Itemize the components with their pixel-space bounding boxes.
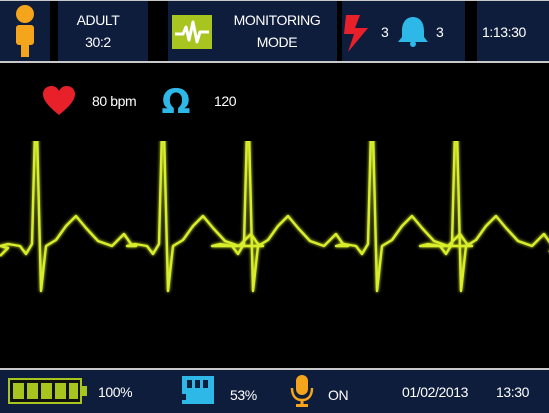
- divider: [148, 1, 168, 61]
- ecg-trace: [0, 141, 549, 293]
- divider: [337, 1, 342, 61]
- impedance-value: 120: [214, 93, 237, 109]
- sd-card-icon: [182, 376, 214, 404]
- monitor-mode-button[interactable]: [172, 15, 212, 49]
- alarm-count-value: 3: [436, 24, 444, 40]
- mode-label: MONITORING MODE: [216, 9, 338, 53]
- cpr-ratio-text: 30:2: [85, 34, 111, 50]
- voice-status: ON: [328, 387, 349, 403]
- patient-type-text: ADULT: [76, 12, 120, 28]
- microphone-icon: [290, 375, 314, 407]
- patient-mode-label: ADULT 30:2: [60, 9, 136, 53]
- heart-rate-indicator: [42, 85, 76, 117]
- voice-recording-toggle[interactable]: [290, 374, 314, 408]
- omega-icon: Ω: [162, 83, 191, 117]
- memory-status[interactable]: [180, 374, 216, 406]
- mode-line-1: MONITORING: [233, 12, 321, 28]
- lightning-icon: [344, 15, 368, 52]
- memory-percent: 53%: [230, 387, 257, 403]
- battery-percent: 100%: [98, 384, 133, 400]
- heart-icon: [43, 86, 75, 115]
- ecg-waveform: [0, 141, 549, 293]
- shock-counter: [342, 13, 372, 53]
- ecg-monitor-icon: [172, 15, 212, 49]
- heart-rate-value: 80 bpm: [92, 93, 137, 109]
- bottom-status-bar: 100% 53% ON 01/02/2013 13:30: [0, 368, 549, 413]
- svg-text:Ω: Ω: [162, 83, 191, 117]
- patient-type-button[interactable]: [2, 3, 48, 59]
- divider: [50, 1, 58, 61]
- battery-status: [8, 378, 88, 404]
- bell-icon: [398, 17, 428, 47]
- person-icon: [16, 5, 34, 57]
- aed-display: ADULT 30:2 MONITORING MODE 3 3 1:13:30 8…: [0, 0, 549, 413]
- mode-line-2: MODE: [256, 34, 298, 50]
- date-display: 01/02/2013: [402, 384, 469, 400]
- battery-icon: [8, 378, 87, 404]
- alarm-counter[interactable]: [395, 15, 431, 47]
- clock-display: 13:30: [496, 384, 530, 400]
- shock-count-value: 3: [381, 24, 389, 40]
- impedance-indicator: Ω: [160, 83, 192, 117]
- divider: [465, 1, 477, 61]
- elapsed-time: 1:13:30: [482, 24, 526, 40]
